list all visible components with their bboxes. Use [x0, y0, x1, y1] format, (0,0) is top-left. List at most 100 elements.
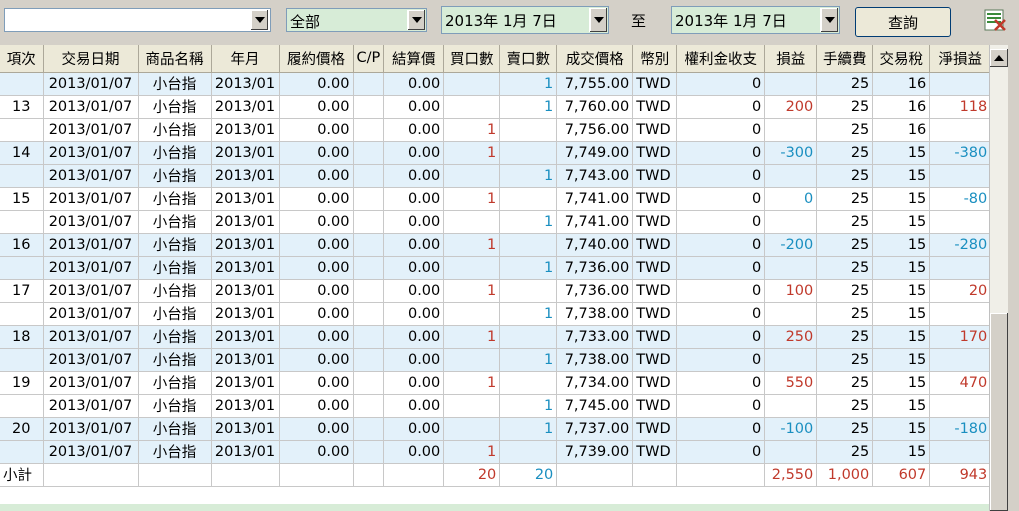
cell-item — [0, 164, 44, 188]
cell-product: 小台指 — [138, 95, 212, 119]
cell-cp — [353, 279, 385, 303]
cell-sell — [499, 371, 558, 395]
cell-settle: 0.00 — [383, 164, 445, 188]
chevron-down-icon[interactable] — [589, 8, 607, 32]
account-combo[interactable] — [4, 8, 271, 32]
table-row[interactable]: 2013/01/07 小台指 2013/01 0.00 0.00 1 7,745.00 TWD… — [0, 394, 992, 418]
table-row[interactable]: 2013/01/07 小台指 2013/01 0.00 0.00 1 7,738.00 TWD… — [0, 348, 992, 372]
cell-product: 小台指 — [138, 72, 212, 96]
cell-net: -180 — [929, 417, 992, 441]
cell-date: 2013/01/07 — [43, 325, 139, 349]
cell-buy: 1 — [443, 187, 501, 211]
cell-pl — [764, 118, 818, 142]
cell-cur: TWD — [632, 118, 678, 142]
column-header[interactable]: 買口數 — [443, 45, 501, 73]
table-row[interactable]: 2013/01/07 小台指 2013/01 0.00 0.00 1 7,738.00 TWD… — [0, 302, 992, 326]
table-row[interactable]: 2013/01/07 小台指 2013/01 0.00 0.00 1 7,743.00 TWD… — [0, 164, 992, 188]
column-header[interactable]: 年月 — [211, 45, 280, 73]
product-filter-select[interactable]: 全部 — [286, 8, 427, 32]
cell-premium: 0 — [676, 279, 766, 303]
cell-price: 7,738.00 — [556, 348, 634, 372]
table-row[interactable]: 2013/01/07 小台指 2013/01 0.00 0.00 1 7,756.00 TWD… — [0, 118, 992, 142]
table-row[interactable]: 17 2013/01/07 小台指 2013/01 0.00 0.00 1 7,736.00 T… — [0, 279, 992, 303]
table-row[interactable]: 15 2013/01/07 小台指 2013/01 0.00 0.00 1 7,741.00 T… — [0, 187, 992, 211]
vertical-scrollbar[interactable] — [989, 45, 1008, 511]
cell-cur: TWD — [632, 371, 678, 395]
table-row[interactable]: 19 2013/01/07 小台指 2013/01 0.00 0.00 1 7,734.00 T… — [0, 371, 992, 395]
column-header[interactable]: 結算價 — [383, 45, 445, 73]
table-row[interactable]: 2013/01/07 小台指 2013/01 0.00 0.00 1 7,736.00 TWD… — [0, 256, 992, 280]
cell-tax: 15 — [872, 164, 931, 188]
column-header[interactable]: 項次 — [0, 45, 44, 73]
cell-cp — [353, 141, 385, 165]
scroll-up-button[interactable] — [990, 49, 1008, 67]
table-row[interactable]: 18 2013/01/07 小台指 2013/01 0.00 0.00 1 7,733.00 T… — [0, 325, 992, 349]
cell-ym: 2013/01 — [211, 210, 280, 234]
table-row[interactable]: 2013/01/07 小台指 2013/01 0.00 0.00 1 7,739.00 TWD… — [0, 440, 992, 464]
cell-date: 2013/01/07 — [43, 394, 139, 418]
cell-tax: 15 — [872, 348, 931, 372]
cell-item — [0, 118, 44, 142]
subtotal-cell-cp — [353, 463, 385, 487]
chevron-down-icon[interactable] — [407, 10, 425, 30]
table-row[interactable]: 2013/01/07 小台指 2013/01 0.00 0.00 1 7,755.00 TWD… — [0, 72, 992, 96]
column-header[interactable]: 損益 — [764, 45, 818, 73]
cell-price: 7,756.00 — [556, 118, 634, 142]
column-header[interactable]: 交易稅 — [872, 45, 931, 73]
cell-net: 470 — [929, 371, 992, 395]
cell-tax: 15 — [872, 371, 931, 395]
cell-cur: TWD — [632, 72, 678, 96]
toolbar: 全部 2013年 1月 7日 至 2013年 1月 7日 查詢 — [0, 0, 1019, 44]
column-header[interactable]: 履約價格 — [279, 45, 354, 73]
table-row[interactable]: 2013/01/07 小台指 2013/01 0.00 0.00 1 7,741.00 TWD… — [0, 210, 992, 234]
cell-cp — [353, 371, 385, 395]
column-header[interactable]: 權利金收支 — [676, 45, 766, 73]
query-button[interactable]: 查詢 — [855, 7, 951, 37]
table-row[interactable]: 16 2013/01/07 小台指 2013/01 0.00 0.00 1 7,740.00 T… — [0, 233, 992, 257]
date-from-picker[interactable]: 2013年 1月 7日 — [441, 6, 609, 34]
chevron-down-icon[interactable] — [250, 10, 268, 30]
column-header[interactable]: 幣別 — [632, 45, 678, 73]
column-header[interactable]: 商品名稱 — [138, 45, 212, 73]
cell-pl: 550 — [764, 371, 818, 395]
scrollbar-thumb[interactable] — [990, 313, 1008, 511]
cell-price: 7,737.00 — [556, 417, 634, 441]
cell-tax: 15 — [872, 210, 931, 234]
cell-cp — [353, 95, 385, 119]
excel-export-icon[interactable] — [983, 8, 1007, 32]
cell-date: 2013/01/07 — [43, 417, 139, 441]
column-header[interactable]: 成交價格 — [556, 45, 634, 73]
chevron-down-icon[interactable] — [820, 8, 838, 32]
cell-strike: 0.00 — [279, 187, 354, 211]
cell-tax: 15 — [872, 256, 931, 280]
cell-cur: TWD — [632, 394, 678, 418]
subtotal-cell-price — [556, 463, 634, 487]
cell-cur: TWD — [632, 325, 678, 349]
subtotal-cell-product — [138, 463, 212, 487]
cell-sell: 1 — [499, 95, 558, 119]
cell-settle: 0.00 — [383, 233, 445, 257]
column-header[interactable]: 淨損益 — [929, 45, 992, 73]
table-row[interactable]: 14 2013/01/07 小台指 2013/01 0.00 0.00 1 7,749.00 T… — [0, 141, 992, 165]
date-to-picker[interactable]: 2013年 1月 7日 — [671, 6, 840, 34]
cell-settle: 0.00 — [383, 394, 445, 418]
cell-pl — [764, 440, 818, 464]
cell-strike: 0.00 — [279, 371, 354, 395]
cell-ym: 2013/01 — [211, 371, 280, 395]
cell-buy — [443, 256, 501, 280]
column-header[interactable]: 手續費 — [816, 45, 874, 73]
cell-pl: -200 — [764, 233, 818, 257]
column-header[interactable]: C/P — [353, 45, 385, 73]
cell-item — [0, 72, 44, 96]
cell-strike: 0.00 — [279, 72, 354, 96]
cell-cur: TWD — [632, 164, 678, 188]
table-row[interactable]: 13 2013/01/07 小台指 2013/01 0.00 0.00 1 7,760.00 T… — [0, 95, 992, 119]
subtotal-cell-cur — [632, 463, 678, 487]
cell-buy: 1 — [443, 279, 501, 303]
cell-premium: 0 — [676, 72, 766, 96]
cell-pl — [764, 164, 818, 188]
cell-cp — [353, 187, 385, 211]
table-row[interactable]: 20 2013/01/07 小台指 2013/01 0.00 0.00 1 7,737.00 T… — [0, 417, 992, 441]
column-header[interactable]: 交易日期 — [43, 45, 139, 73]
column-header[interactable]: 賣口數 — [499, 45, 558, 73]
